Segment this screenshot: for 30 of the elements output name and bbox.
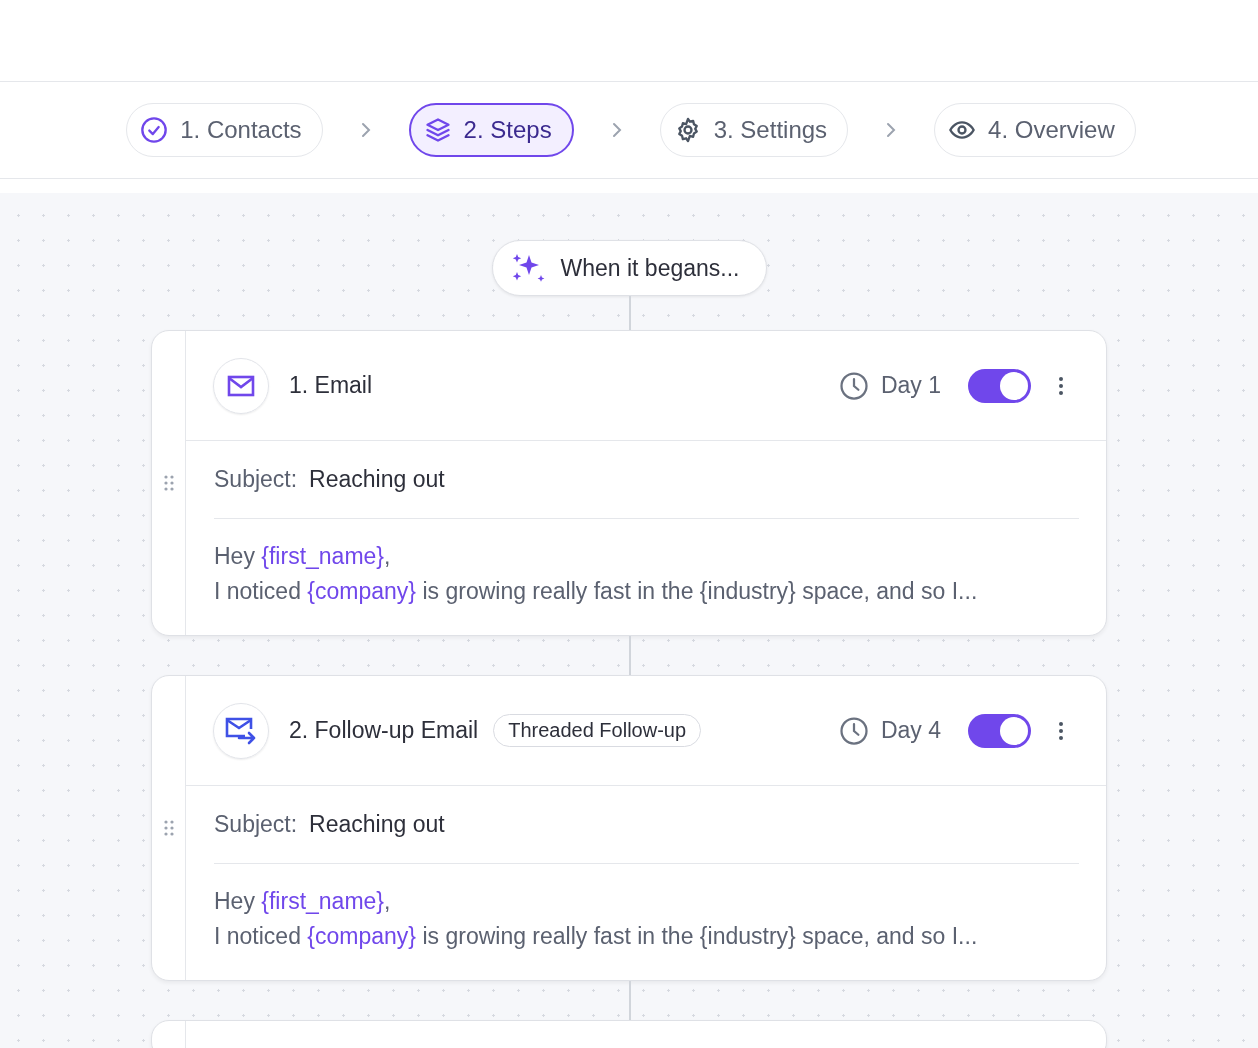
step-delay: Day 1 (880, 372, 941, 399)
drag-handle-icon (162, 819, 175, 837)
step-title: 1. Email (289, 372, 373, 399)
message-line: Hey {first_name}, (214, 887, 392, 916)
envelope-arrow-icon (225, 715, 257, 746)
more-vertical-icon (1058, 720, 1064, 741)
trigger-node[interactable]: When it begans... (491, 240, 767, 296)
clock-icon (838, 370, 869, 401)
drag-handle-icon (162, 474, 175, 492)
layers-icon (423, 116, 452, 144)
message-line: Hey {first_name}, (214, 542, 392, 571)
wizard-tab[interactable]: 1. Contacts (126, 103, 323, 157)
wizard-tab[interactable]: 2. Steps (408, 103, 574, 157)
message-line: I noticed {company} is growing really fast in the {industry} space, and so I... (214, 577, 979, 606)
check-circle-icon (140, 116, 169, 144)
envelope-icon (227, 374, 255, 397)
clock-icon (838, 715, 869, 746)
subject-text: Reaching out (309, 811, 445, 838)
trigger-label: When it begans... (560, 254, 740, 282)
wizard-tab[interactable]: 4. Overview (934, 103, 1136, 157)
step-delay: Day 4 (880, 717, 941, 744)
enable-toggle[interactable] (968, 713, 1031, 748)
message-line: I noticed {company} is growing really fast in the {industry} space, and so I... (214, 922, 979, 951)
subject-text: Reaching out (309, 466, 445, 493)
wizard-tab[interactable]: 3. Settings (659, 103, 849, 157)
more-vertical-icon (1058, 375, 1064, 396)
subject-label: Subject: (214, 466, 298, 493)
step-title: 2. Follow-up Email (289, 717, 479, 744)
enable-toggle[interactable] (968, 368, 1031, 403)
subject-label: Subject: (214, 811, 298, 838)
